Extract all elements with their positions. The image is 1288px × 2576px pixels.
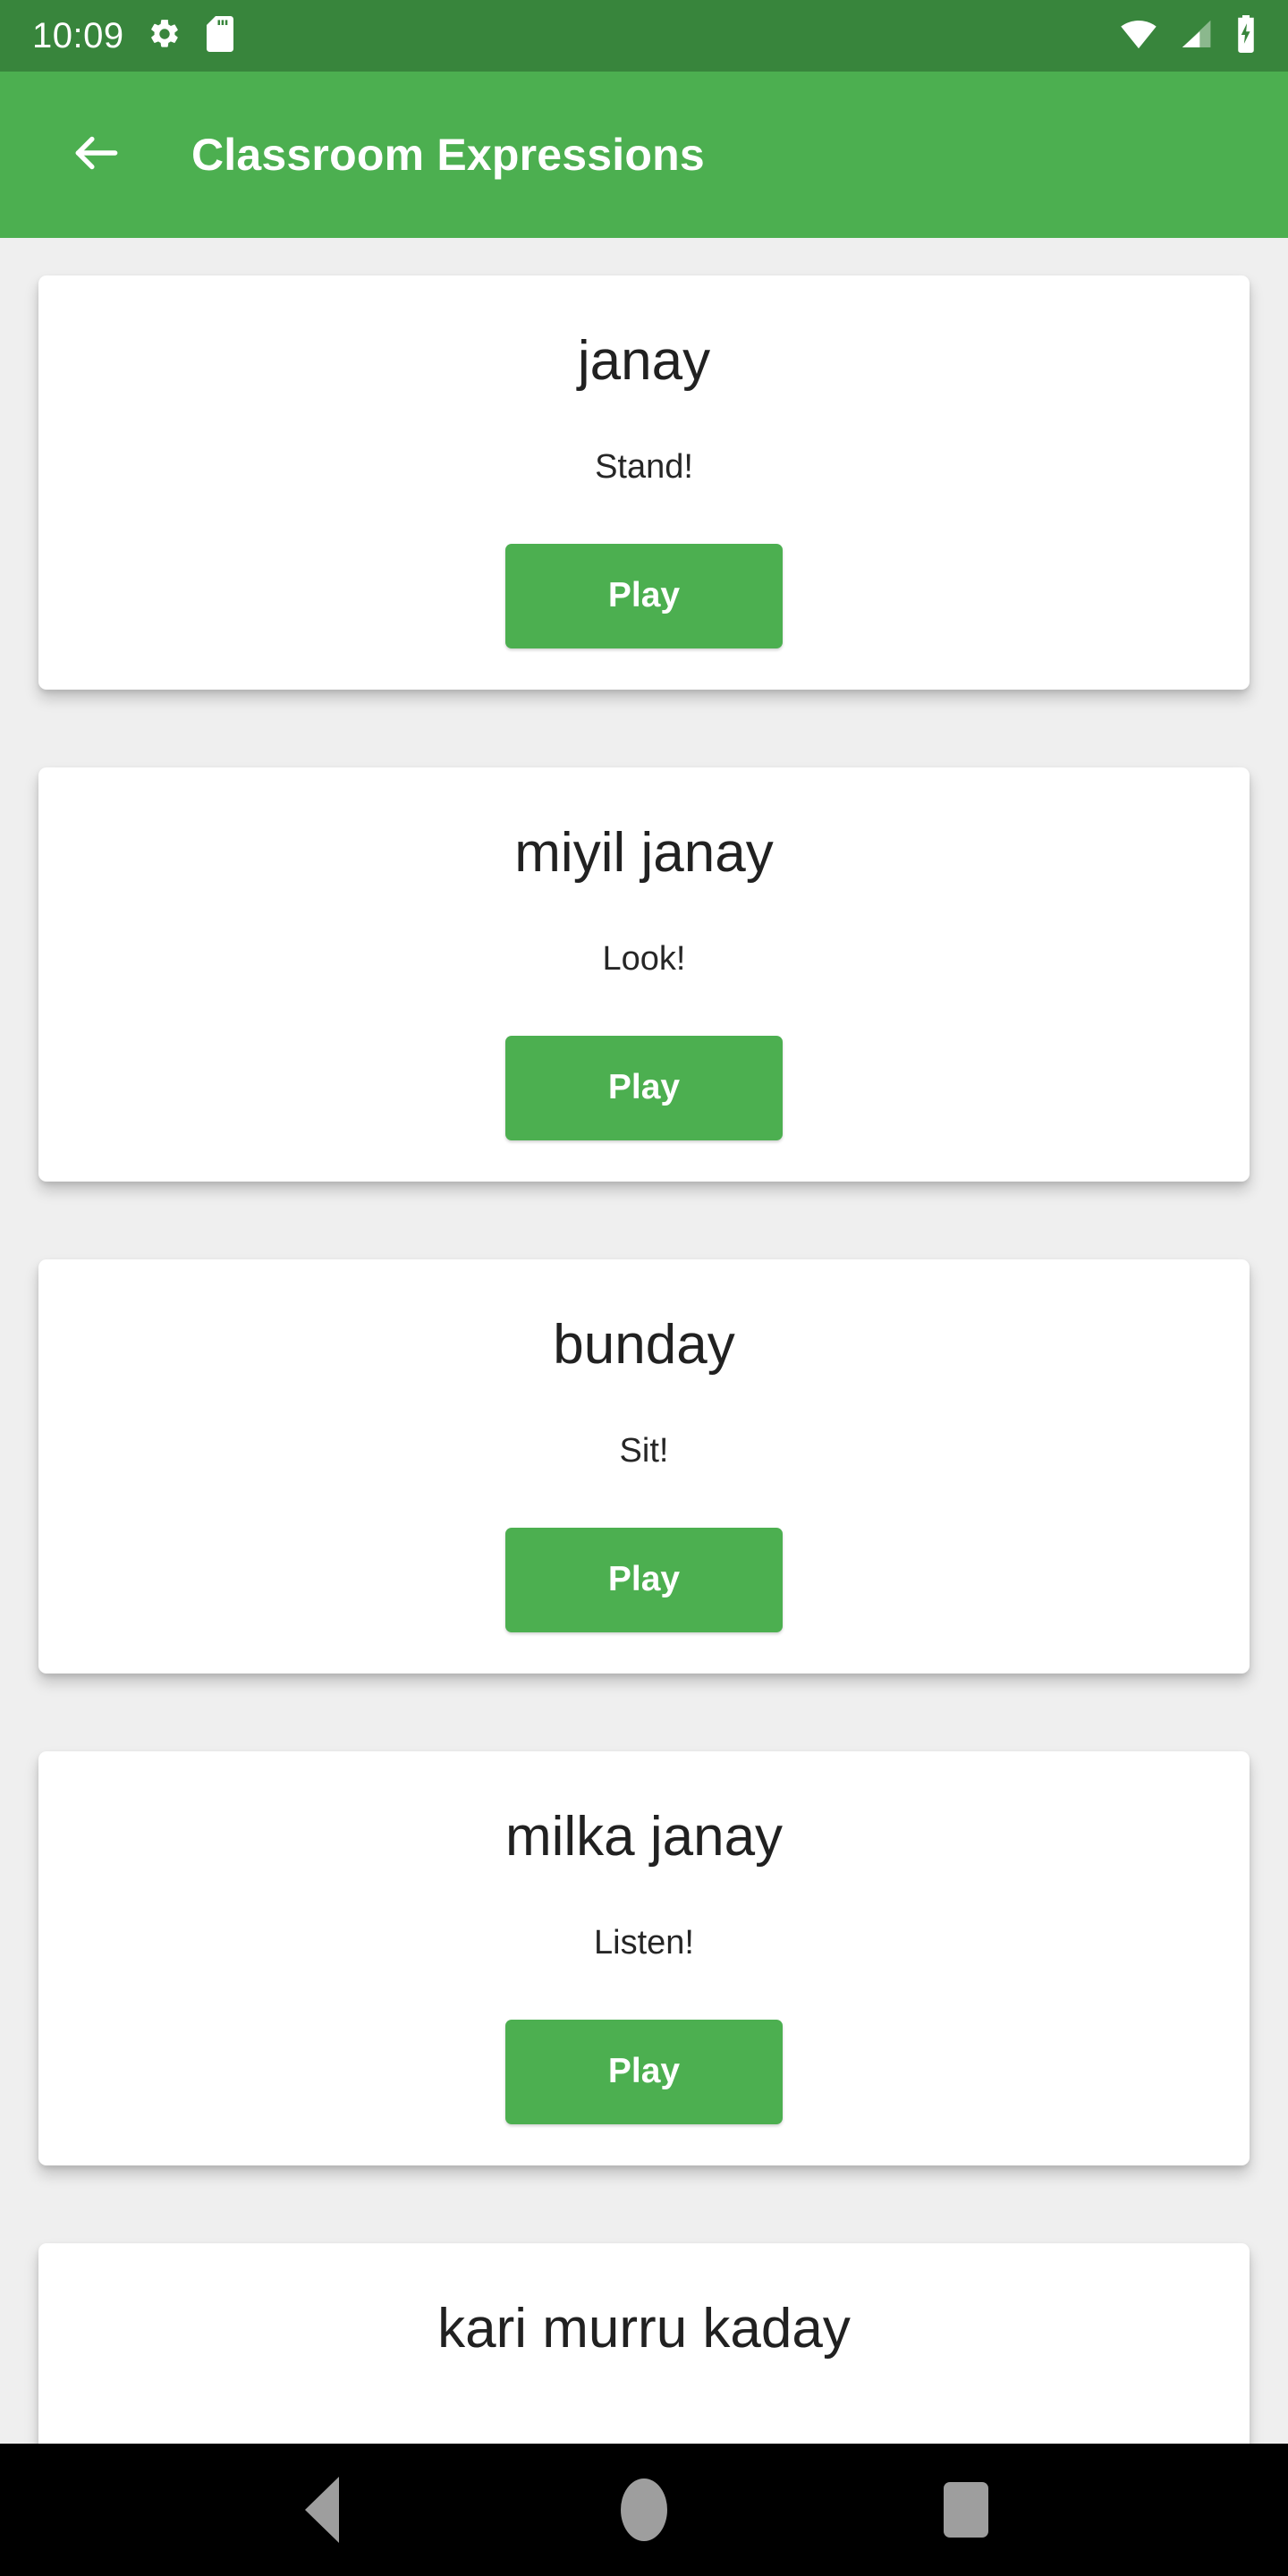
play-button[interactable]: Play xyxy=(505,1035,783,1140)
wifi-icon xyxy=(1120,19,1157,54)
expression-card[interactable]: janay Stand! Play xyxy=(38,275,1250,690)
recents-square-icon xyxy=(944,2482,988,2538)
expression-list[interactable]: janay Stand! Play miyil janay Look! Play… xyxy=(0,238,1288,2576)
battery-charging-icon xyxy=(1234,14,1258,57)
status-bar: 10:09 xyxy=(0,0,1288,72)
play-button[interactable]: Play xyxy=(505,1527,783,1632)
expression-translation: Listen! xyxy=(594,1924,694,1962)
expression-card[interactable]: milka janay Listen! Play xyxy=(38,1751,1250,2165)
expression-term: miyil janay xyxy=(514,822,774,884)
expression-term: kari murru kaday xyxy=(437,2298,851,2360)
play-button[interactable]: Play xyxy=(505,2019,783,2124)
sd-card-icon xyxy=(205,15,235,56)
play-button[interactable]: Play xyxy=(505,543,783,648)
status-bar-right xyxy=(1120,14,1258,57)
status-bar-clock: 10:09 xyxy=(32,16,124,55)
nav-home-button[interactable] xyxy=(590,2456,698,2563)
expression-term: milka janay xyxy=(504,1806,784,1868)
back-button[interactable] xyxy=(59,117,134,192)
expression-translation: Stand! xyxy=(595,448,693,487)
cellular-signal-icon xyxy=(1179,18,1213,55)
page-title: Classroom Expressions xyxy=(191,130,705,180)
nav-back-button[interactable] xyxy=(268,2456,376,2563)
expression-translation: Sit! xyxy=(619,1432,669,1470)
gear-icon xyxy=(148,17,182,55)
nav-recents-button[interactable] xyxy=(912,2456,1020,2563)
expression-translation: Look! xyxy=(602,940,686,979)
expression-term: janay xyxy=(577,330,711,392)
expression-card[interactable]: bunday Sit! Play xyxy=(38,1259,1250,1674)
home-circle-icon xyxy=(621,2479,667,2541)
expression-term: bunday xyxy=(553,1314,735,1376)
arrow-left-icon xyxy=(69,125,124,185)
app-bar: Classroom Expressions xyxy=(0,72,1288,238)
phone-screen: 10:09 Classroom Expressions janay Stand!… xyxy=(0,0,1288,2576)
status-bar-left: 10:09 xyxy=(32,15,235,56)
expression-card[interactable]: miyil janay Look! Play xyxy=(38,767,1250,1182)
android-nav-bar xyxy=(0,2444,1288,2576)
back-triangle-icon xyxy=(305,2477,339,2543)
